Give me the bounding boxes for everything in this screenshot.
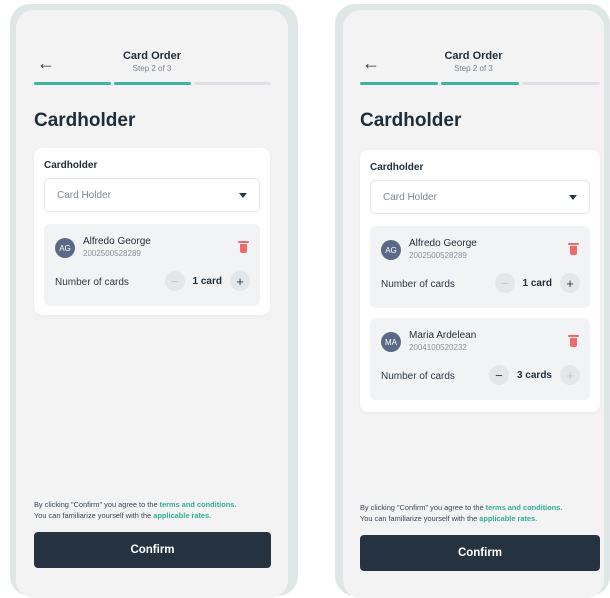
terms-prefix: By clicking "Confirm" you agree to the: [34, 500, 160, 509]
number-of-cards-label: Number of cards: [381, 279, 455, 290]
screen-2: ← Card Order Step 2 of 3 Cardholder Card…: [343, 10, 604, 598]
cardholder-select[interactable]: Card Holder: [370, 180, 590, 214]
step-progress: [34, 82, 271, 85]
header-title: Card Order: [444, 50, 503, 62]
number-of-cards-label: Number of cards: [55, 277, 129, 288]
holder-item: AG Alfredo George 2002500528289 Number o…: [370, 226, 590, 308]
progress-step-1: [360, 82, 438, 85]
confirm-button[interactable]: Confirm: [34, 532, 271, 568]
header-step: Step 2 of 3: [454, 64, 493, 73]
confirm-button[interactable]: Confirm: [360, 535, 600, 571]
terms-link[interactable]: terms and conditions.: [160, 500, 237, 509]
holder-name: Alfredo George: [409, 238, 477, 249]
number-of-cards-label: Number of cards: [381, 371, 455, 382]
page-title: Cardholder: [34, 110, 136, 131]
avatar: AG: [381, 240, 401, 260]
page-title: Cardholder: [360, 110, 462, 131]
screen-1: ← Card Order Step 2 of 3 Cardholder Card…: [16, 10, 288, 598]
chevron-down-icon: [569, 195, 577, 200]
minus-button[interactable]: −: [488, 365, 509, 385]
terms-text: By clicking "Confirm" you agree to the t…: [34, 499, 274, 521]
minus-button[interactable]: −: [494, 273, 515, 293]
progress-step-3: [522, 82, 600, 85]
terms-prefix: By clicking "Confirm" you agree to the: [360, 503, 486, 512]
trash-icon[interactable]: [238, 241, 249, 253]
plus-button[interactable]: +: [230, 271, 250, 291]
holder-name: Maria Ardelean: [409, 330, 477, 341]
plus-button[interactable]: +: [560, 273, 580, 293]
holder-name: Alfredo George: [83, 236, 151, 247]
trash-icon[interactable]: [568, 335, 579, 347]
cards-count: 3 cards: [516, 369, 552, 381]
section-label: Cardholder: [44, 160, 98, 171]
rates-link[interactable]: applicable rates.: [153, 511, 211, 520]
cardholder-card: Cardholder Card Holder AG Alfredo George…: [360, 150, 600, 412]
terms-link[interactable]: terms and conditions.: [486, 503, 563, 512]
holder-number: 2002500528289: [409, 251, 467, 260]
header-title: Card Order: [122, 50, 182, 62]
avatar: MA: [381, 332, 401, 352]
header: ← Card Order Step 2 of 3: [16, 10, 288, 90]
rates-prefix: You can familiarize yourself with the: [360, 514, 480, 523]
cardholder-card: Cardholder Card Holder AG Alfredo George…: [34, 148, 270, 315]
chevron-down-icon: [239, 193, 247, 198]
holder-number: 2002500528289: [83, 249, 141, 258]
progress-step-2: [114, 82, 191, 85]
rates-link[interactable]: applicable rates.: [479, 514, 537, 523]
cards-stepper: − 3 cards +: [488, 364, 580, 386]
terms-text: By clicking "Confirm" you agree to the t…: [360, 502, 604, 524]
progress-step-2: [441, 82, 519, 85]
section-label: Cardholder: [370, 162, 424, 173]
select-placeholder: Card Holder: [57, 190, 111, 201]
progress-step-1: [34, 82, 111, 85]
cardholder-select[interactable]: Card Holder: [44, 178, 260, 212]
plus-button[interactable]: +: [560, 365, 580, 385]
holder-item: MA Maria Ardelean 2004100520232 Number o…: [370, 318, 590, 400]
progress-step-3: [194, 82, 271, 85]
cards-stepper: − 1 card +: [164, 270, 250, 292]
cards-count: 1 card: [522, 277, 552, 289]
trash-icon[interactable]: [568, 243, 579, 255]
cards-stepper: − 1 card +: [494, 272, 580, 294]
rates-prefix: You can familiarize yourself with the: [34, 511, 154, 520]
step-progress: [360, 82, 600, 85]
holder-item: AG Alfredo George 2002500528289 Number o…: [44, 224, 260, 306]
header: ← Card Order Step 2 of 3: [343, 10, 604, 90]
holder-number: 2004100520232: [409, 343, 467, 352]
avatar: AG: [55, 238, 75, 258]
cards-count: 1 card: [192, 275, 222, 287]
header-step: Step 2 of 3: [132, 64, 172, 73]
minus-button[interactable]: −: [164, 271, 185, 291]
select-placeholder: Card Holder: [383, 192, 437, 203]
